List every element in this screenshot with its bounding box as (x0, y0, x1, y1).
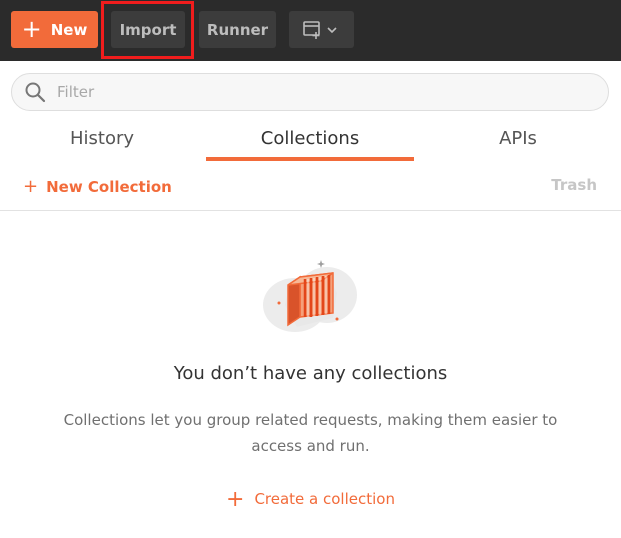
new-collection-label: New Collection (46, 178, 172, 196)
new-button-label: New (50, 20, 88, 39)
filter-input[interactable] (57, 83, 557, 101)
filter-search-bar[interactable] (11, 73, 609, 111)
top-toolbar: + New Import Runner (0, 0, 621, 61)
plus-icon: + (21, 14, 42, 43)
runner-button[interactable]: Runner (199, 11, 276, 48)
tab-apis[interactable]: APIs (468, 128, 568, 149)
empty-state-description: Collections let you group related reques… (63, 411, 558, 455)
runner-button-label: Runner (206, 20, 269, 39)
tab-collections[interactable]: Collections (206, 128, 414, 149)
window-icon (302, 20, 337, 39)
plus-icon: + (226, 487, 245, 512)
import-button[interactable]: Import (111, 11, 185, 48)
new-collection-button[interactable]: + New Collection (23, 176, 172, 197)
tab-history[interactable]: History (40, 128, 164, 149)
create-collection-label: Create a collection (254, 490, 395, 508)
chevron-down-icon (326, 26, 337, 33)
create-collection-link[interactable]: + Create a collection (0, 487, 621, 512)
new-window-button[interactable] (289, 11, 354, 48)
plus-icon: + (23, 176, 39, 197)
collections-illustration (263, 260, 357, 332)
import-button-label: Import (119, 20, 177, 39)
search-icon (25, 82, 46, 103)
divider (0, 210, 621, 211)
trash-button[interactable]: Trash (551, 176, 597, 194)
empty-state-title: You don’t have any collections (173, 363, 448, 384)
new-button[interactable]: + New (11, 11, 98, 48)
active-tab-indicator (206, 157, 414, 161)
